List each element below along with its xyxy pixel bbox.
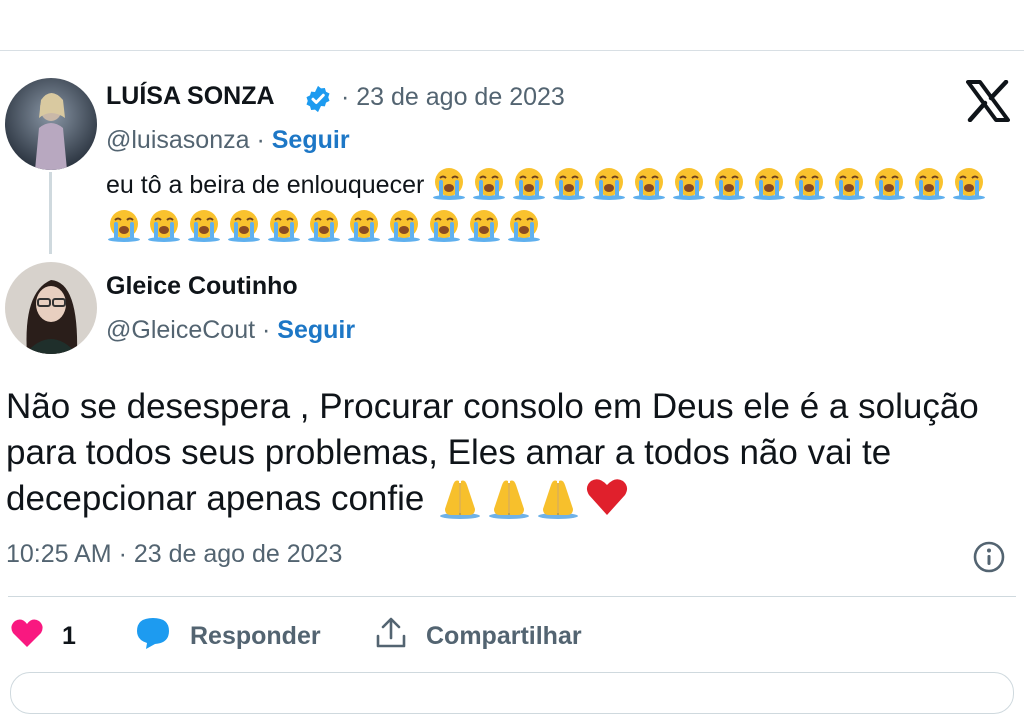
loudly-crying-face-emoji	[751, 166, 787, 201]
loudly-crying-face-emoji	[671, 166, 707, 201]
heart-icon	[10, 617, 44, 656]
loudly-crying-face-emoji	[146, 208, 182, 243]
share-label: Compartilhar	[426, 621, 582, 650]
loudly-crying-face-emoji	[306, 208, 342, 243]
red-heart-emoji	[584, 475, 630, 519]
share-icon	[374, 616, 408, 657]
original-tweet-text: eu tô a beira de enlouquecer	[106, 164, 1006, 248]
reply-author-name[interactable]: Gleice Coutinho	[106, 272, 298, 301]
follow-button[interactable]: Seguir	[272, 126, 350, 154]
loudly-crying-face-emoji	[511, 166, 547, 201]
top-divider	[0, 50, 1024, 51]
loudly-crying-face-emoji	[551, 166, 587, 201]
share-button[interactable]: Compartilhar	[374, 616, 582, 656]
loudly-crying-face-emoji	[591, 166, 627, 201]
loudly-crying-face-emoji	[911, 166, 947, 201]
reply-follow-button[interactable]: Seguir	[277, 316, 355, 344]
folded-hands-emoji	[437, 475, 483, 519]
loudly-crying-face-emoji	[471, 166, 507, 201]
tweet-date[interactable]: · 23 de ago de 2023	[341, 83, 565, 112]
avatar-luisasonza[interactable]	[5, 78, 97, 170]
separator: ·	[262, 316, 271, 344]
loudly-crying-face-emoji	[951, 166, 987, 201]
loudly-crying-face-emoji	[871, 166, 907, 201]
avatar-gleicecout[interactable]	[5, 262, 97, 354]
reply-label: Responder	[190, 621, 321, 650]
reply-timestamp[interactable]: 10:25 AM · 23 de ago de 2023	[6, 540, 342, 569]
loudly-crying-face-emoji	[631, 166, 667, 201]
loudly-crying-face-emoji	[106, 208, 142, 243]
author-name[interactable]: LUÍSA SONZA	[106, 82, 275, 111]
loudly-crying-face-emoji	[226, 208, 262, 243]
loudly-crying-face-emoji	[386, 208, 422, 243]
thread-connector	[49, 172, 52, 254]
author-handle[interactable]: @luisasonza	[106, 126, 250, 154]
loudly-crying-face-emoji	[711, 166, 747, 201]
loudly-crying-face-emoji	[831, 166, 867, 201]
reply-button[interactable]: Responder	[134, 616, 321, 656]
loudly-crying-face-emoji	[346, 208, 382, 243]
loudly-crying-face-emoji	[791, 166, 827, 201]
loudly-crying-face-emoji	[266, 208, 302, 243]
next-card-edge	[10, 672, 1014, 714]
verified-badge-icon	[306, 85, 330, 113]
tweet-text: eu tô a beira de enlouquecer	[106, 171, 425, 199]
loudly-crying-face-emoji	[466, 208, 502, 243]
reply-handle-row: @GleiceCout · Seguir	[106, 316, 355, 345]
actions-divider	[8, 596, 1016, 597]
like-count: 1	[62, 621, 76, 650]
separator: ·	[256, 126, 265, 154]
loudly-crying-face-emoji	[431, 166, 467, 201]
loudly-crying-face-emoji	[186, 208, 222, 243]
reply-author-handle[interactable]: @GleiceCout	[106, 316, 255, 344]
handle-row: @luisasonza · Seguir	[106, 126, 350, 155]
like-button[interactable]: 1	[10, 616, 76, 656]
speech-bubble-icon	[134, 616, 172, 657]
loudly-crying-face-emoji	[426, 208, 462, 243]
x-logo[interactable]	[966, 80, 1010, 122]
info-icon[interactable]	[972, 540, 1006, 574]
folded-hands-emoji	[486, 475, 532, 519]
folded-hands-emoji	[535, 475, 581, 519]
loudly-crying-face-emoji	[506, 208, 542, 243]
reply-tweet-text-block: Não se desespera , Procurar consolo em D…	[6, 384, 1018, 523]
